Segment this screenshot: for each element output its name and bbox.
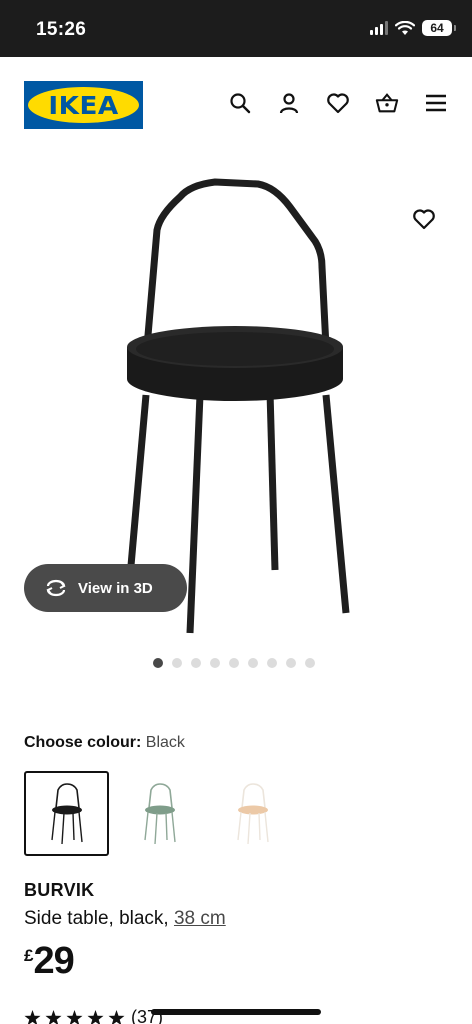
swatch-light-pink-image <box>236 782 269 844</box>
home-indicator[interactable] <box>151 1009 321 1015</box>
header: IKEA <box>0 57 472 157</box>
signal-icon <box>370 21 388 35</box>
product-name: BURVIK <box>24 880 95 900</box>
heart-icon[interactable] <box>326 91 350 115</box>
view-in-3d-label: View in 3D <box>78 579 153 597</box>
swatch-green-image <box>143 782 176 844</box>
wifi-icon <box>395 20 415 35</box>
pagination-dot[interactable] <box>210 658 220 668</box>
pagination-dot[interactable] <box>229 658 239 668</box>
pagination-dot[interactable] <box>248 658 258 668</box>
swatch-green[interactable] <box>117 771 202 856</box>
colour-label-title: Choose colour: <box>24 734 142 751</box>
pagination-dot[interactable] <box>172 658 182 668</box>
status-bar: 15:26 64 <box>0 0 472 57</box>
pagination-dot[interactable] <box>267 658 277 668</box>
view-in-3d-button[interactable]: View in 3D <box>24 564 187 612</box>
header-icons <box>228 91 448 115</box>
star-icon <box>108 1009 125 1024</box>
product-description: Side table, black, 38 cm <box>24 908 226 930</box>
menu-icon[interactable] <box>424 91 448 115</box>
price-value: 29 <box>33 940 74 982</box>
logo-text: IKEA <box>48 90 119 120</box>
battery-icon: 64 <box>422 20 456 36</box>
colour-selected-value: Black <box>145 734 185 751</box>
pagination-dot[interactable] <box>286 658 296 668</box>
rating-stars <box>24 1009 125 1024</box>
ikea-logo[interactable]: IKEA <box>24 81 143 129</box>
status-icons: 64 <box>370 20 456 36</box>
rotate-3d-icon <box>46 579 66 597</box>
swatch-light-pink[interactable] <box>210 771 295 856</box>
colour-chooser-label: Choose colour: Black <box>24 734 185 752</box>
account-icon[interactable] <box>277 91 301 115</box>
status-time: 15:26 <box>36 19 87 40</box>
product-size-link[interactable]: 38 cm <box>174 908 226 929</box>
search-icon[interactable] <box>228 91 252 115</box>
pagination-dot[interactable] <box>153 658 163 668</box>
star-icon <box>45 1009 62 1024</box>
favourite-icon[interactable] <box>412 208 436 232</box>
pagination-dot[interactable] <box>191 658 201 668</box>
pagination-dot[interactable] <box>305 658 315 668</box>
star-icon <box>87 1009 104 1024</box>
star-icon <box>24 1009 41 1024</box>
product-price: £ 29 <box>24 940 75 983</box>
price-currency: £ <box>24 946 34 965</box>
swatch-black-image <box>50 782 83 844</box>
logo-oval: IKEA <box>28 87 139 123</box>
star-icon <box>66 1009 83 1024</box>
product-rating[interactable]: (37) <box>24 1007 163 1024</box>
gallery-pagination <box>153 658 315 668</box>
colour-swatches <box>24 771 295 856</box>
product-description-text: Side table, black, <box>24 908 169 929</box>
swatch-black[interactable] <box>24 771 109 856</box>
basket-icon[interactable] <box>375 91 399 115</box>
product-gallery[interactable]: View in 3D <box>0 157 472 677</box>
